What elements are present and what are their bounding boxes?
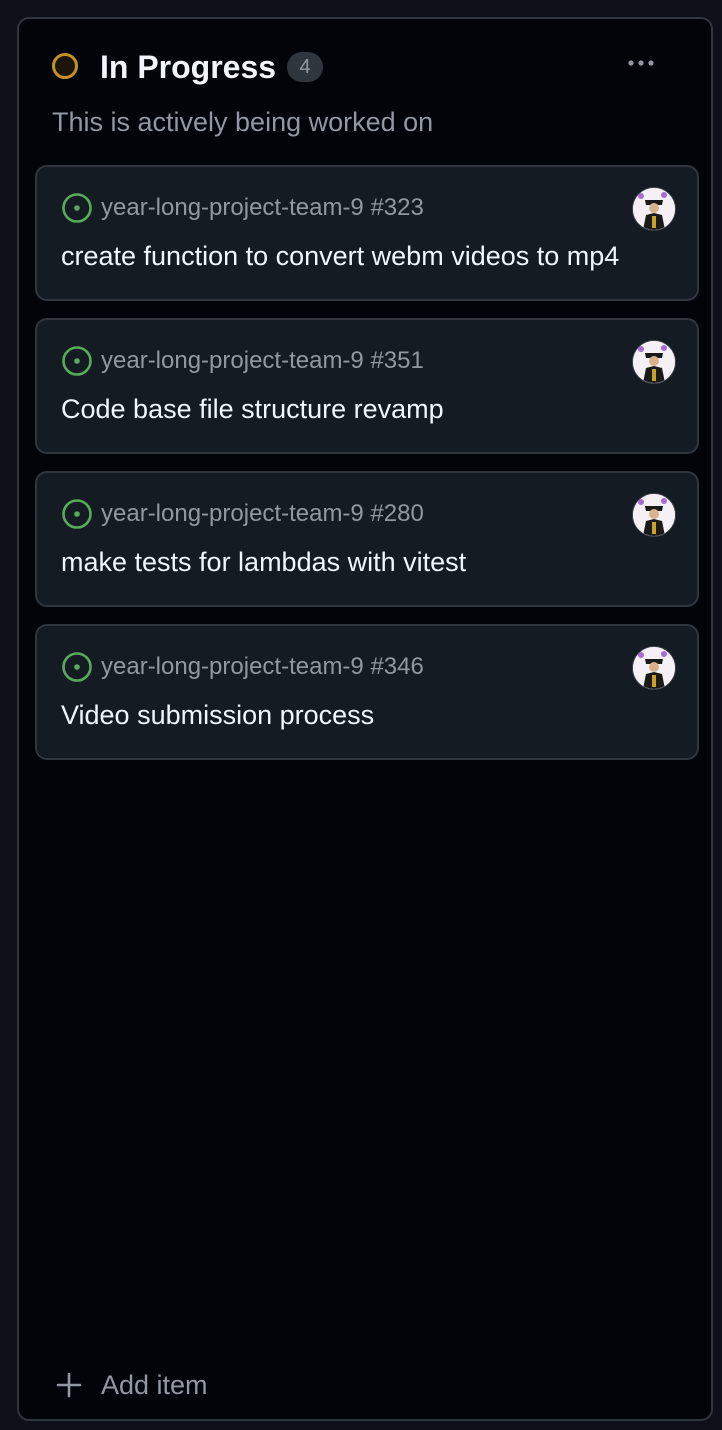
card-title[interactable]: Code base file structure revamp xyxy=(61,392,444,426)
card-meta: year-long-project-team-9 #280 xyxy=(61,497,424,531)
issue-card[interactable]: year-long-project-team-9 #351 Code base … xyxy=(35,318,699,454)
assignee-avatar[interactable] xyxy=(632,646,676,690)
column-description: This is actively being worked on xyxy=(52,107,434,137)
assignee-avatar[interactable] xyxy=(632,493,676,537)
issue-open-icon xyxy=(61,345,93,377)
card-repo-reference: year-long-project-team-9 #280 xyxy=(101,500,424,527)
column-title: In Progress xyxy=(100,49,277,85)
card-repo-reference: year-long-project-team-9 #351 xyxy=(101,347,424,374)
issue-card[interactable]: year-long-project-team-9 #323 create fun… xyxy=(35,165,699,301)
issue-card[interactable]: year-long-project-team-9 #280 make tests… xyxy=(35,471,699,607)
in-progress-status-icon xyxy=(52,53,78,79)
card-repo-reference: year-long-project-team-9 #323 xyxy=(101,194,424,221)
issue-card[interactable]: year-long-project-team-9 #346 Video subm… xyxy=(35,624,699,760)
card-meta: year-long-project-team-9 #346 xyxy=(61,650,424,684)
card-repo-reference: year-long-project-team-9 #346 xyxy=(101,653,424,680)
item-count-badge: 4 xyxy=(287,52,323,82)
issue-open-icon xyxy=(61,498,93,530)
card-title[interactable]: make tests for lambdas with vitest xyxy=(61,545,466,579)
plus-icon xyxy=(53,1369,85,1401)
issue-open-icon xyxy=(61,651,93,683)
card-list: year-long-project-team-9 #323 create fun… xyxy=(35,165,699,777)
board-column-in-progress: In Progress 4 This is actively being wor… xyxy=(17,17,713,1421)
column-header: In Progress 4 This is actively being wor… xyxy=(19,19,711,169)
add-item-button[interactable]: Add item xyxy=(53,1365,208,1405)
card-meta: year-long-project-team-9 #323 xyxy=(61,191,424,225)
kebab-horizontal-icon xyxy=(628,60,654,66)
card-title[interactable]: create function to convert webm videos t… xyxy=(61,239,619,273)
assignee-avatar[interactable] xyxy=(632,340,676,384)
assignee-avatar[interactable] xyxy=(632,187,676,231)
column-options-button[interactable] xyxy=(619,47,663,79)
issue-open-icon xyxy=(61,192,93,224)
add-item-label: Add item xyxy=(101,1370,208,1400)
card-title[interactable]: Video submission process xyxy=(61,698,374,732)
card-meta: year-long-project-team-9 #351 xyxy=(61,344,424,378)
